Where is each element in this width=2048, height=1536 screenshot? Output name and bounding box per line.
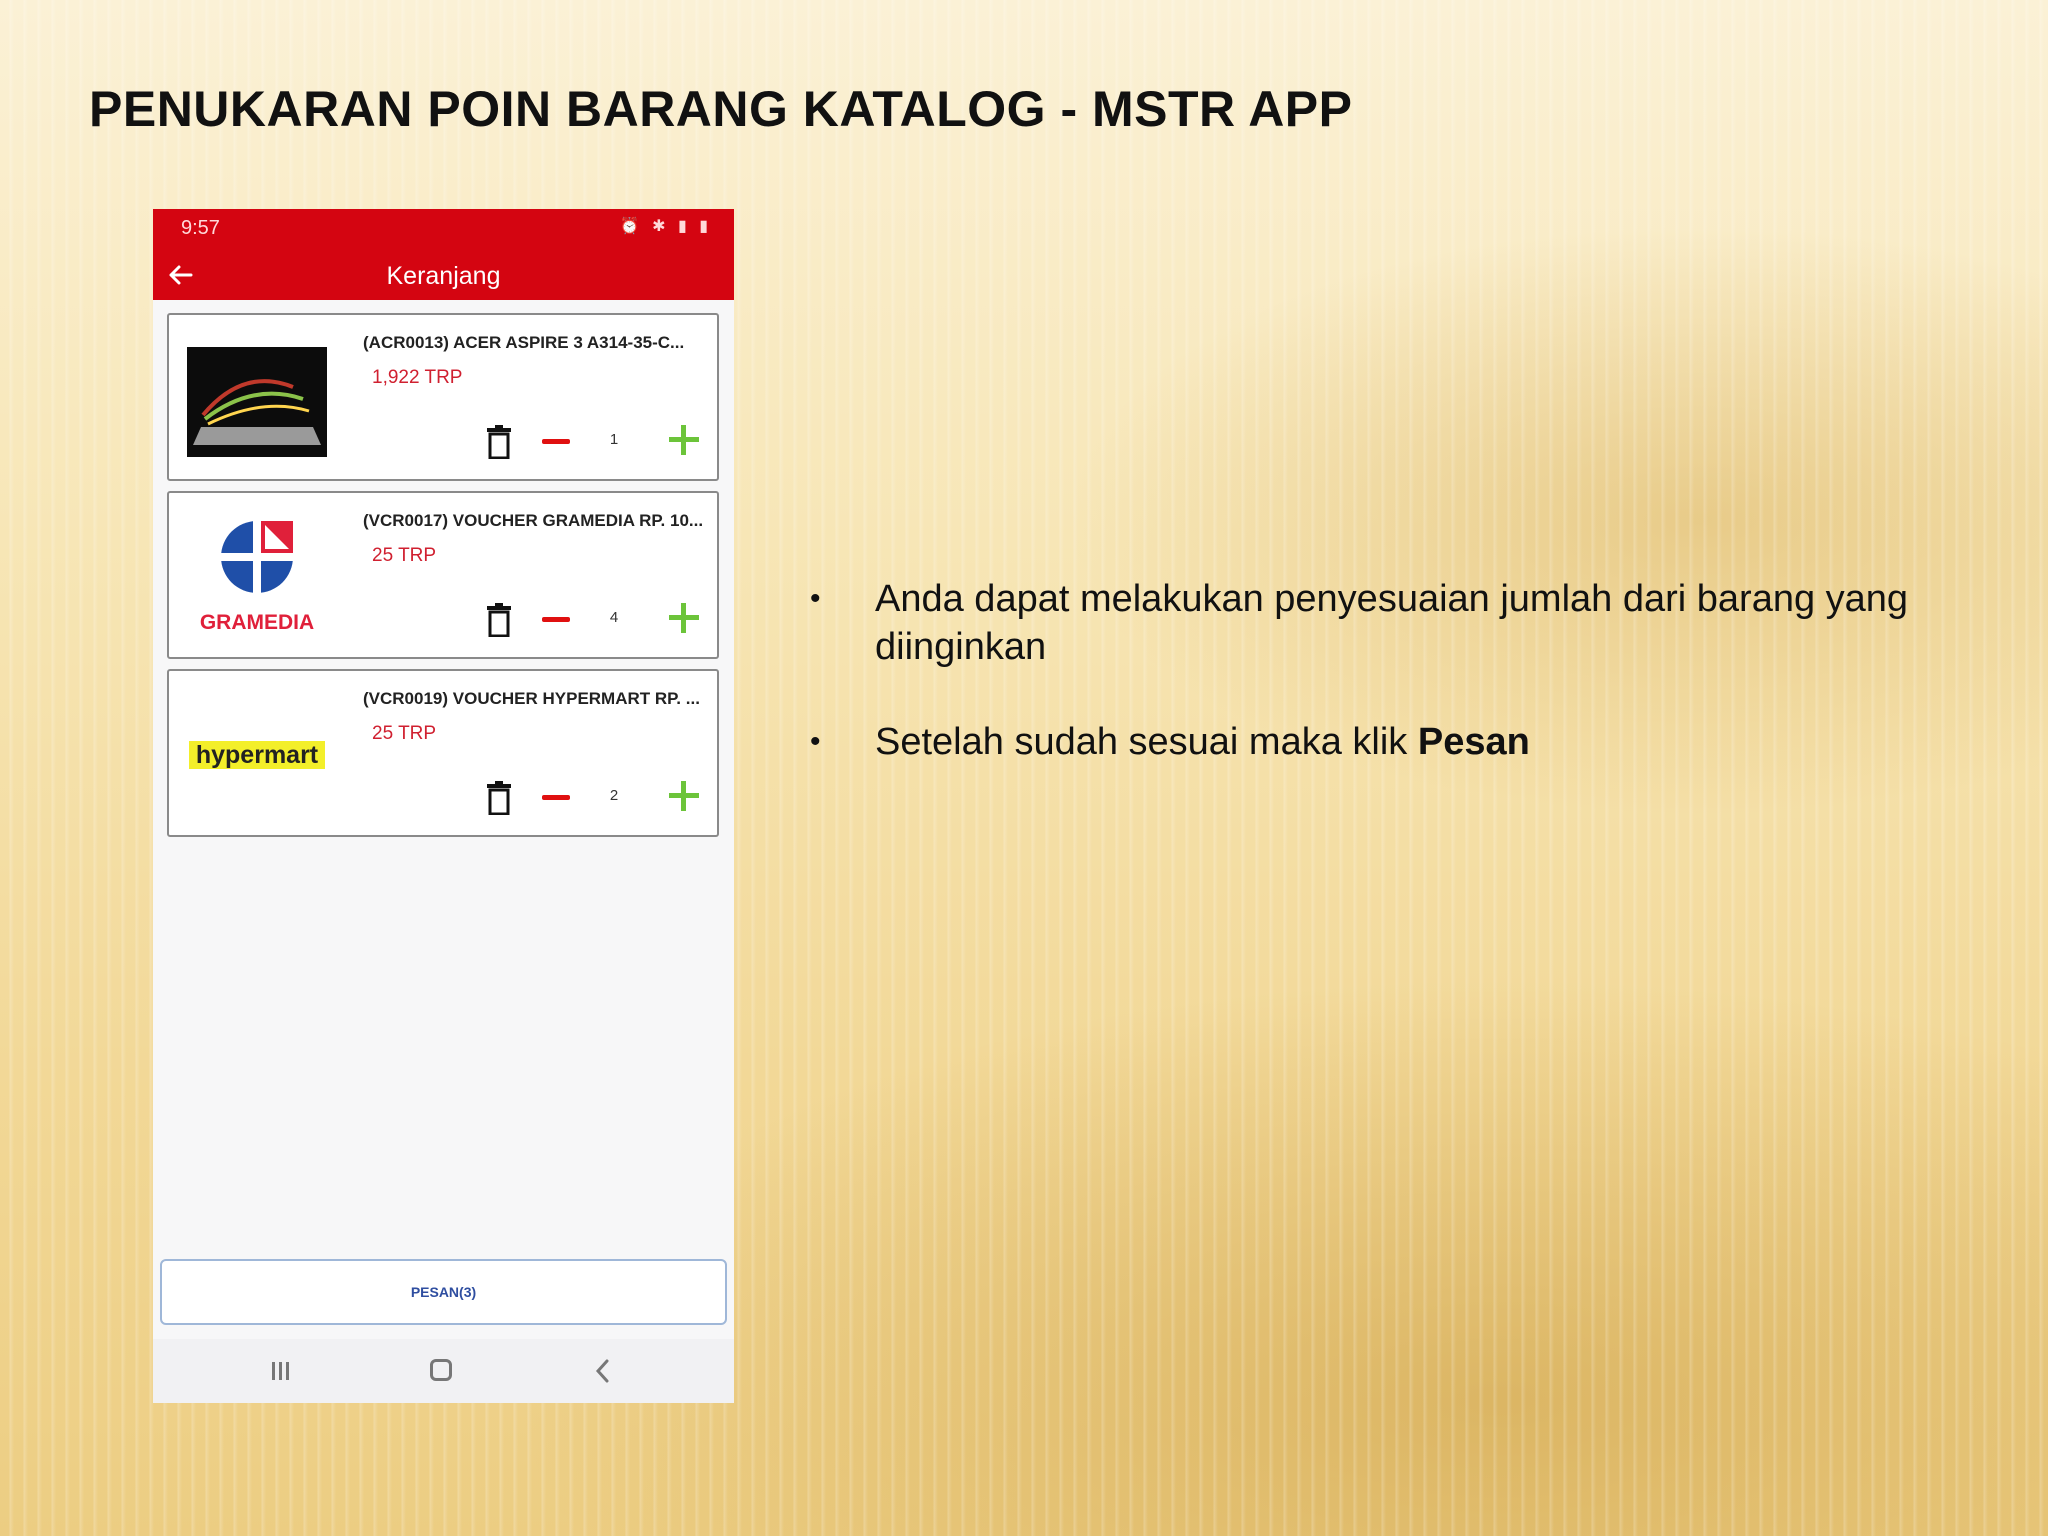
increase-qty-button[interactable]	[669, 781, 699, 811]
instruction-list: • Anda dapat melakukan penyesuaian jumla…	[810, 575, 1910, 813]
status-icons: ⏰ ✱ ▮ ▮	[619, 218, 712, 235]
order-button[interactable]: PESAN(3)	[160, 1259, 727, 1325]
cart-item: (ACR0013) ACER ASPIRE 3 A314-35-C... 1,9…	[167, 313, 719, 481]
item-price: 25 TRP	[372, 545, 437, 566]
bullet-item: • Setelah sudah sesuai maka klik Pesan	[810, 718, 1910, 766]
item-name: (VCR0019) VOUCHER HYPERMART RP. ...	[363, 689, 700, 708]
trash-icon[interactable]	[485, 425, 513, 459]
nav-back-icon[interactable]	[591, 1357, 615, 1385]
bullet-item: • Anda dapat melakukan penyesuaian jumla…	[810, 575, 1910, 671]
decrease-qty-button[interactable]	[542, 795, 570, 800]
bullet-text: Setelah sudah sesuai maka klik	[875, 721, 1418, 763]
quantity-value: 1	[609, 431, 619, 448]
item-name: (VCR0017) VOUCHER GRAMEDIA RP. 10...	[363, 511, 704, 530]
trash-icon[interactable]	[485, 781, 513, 815]
cart-item: hypermart (VCR0019) VOUCHER HYPERMART RP…	[167, 669, 719, 837]
decrease-qty-button[interactable]	[542, 439, 570, 444]
item-price: 1,922 TRP	[372, 367, 463, 388]
hypermart-logo: hypermart	[189, 741, 325, 769]
bullet-bold-text: Pesan	[1417, 721, 1530, 763]
decrease-qty-button[interactable]	[542, 617, 570, 622]
bullet-dot: •	[810, 582, 821, 615]
hypermart-logo-text: hypermart	[196, 741, 319, 769]
home-icon[interactable]	[430, 1359, 452, 1381]
quantity-value: 2	[609, 787, 619, 804]
app-bar-title: Keranjang	[386, 262, 501, 290]
quantity-value: 4	[609, 609, 619, 626]
status-bar: 9:57 ⏰ ✱ ▮ ▮	[153, 209, 734, 254]
gramedia-logo: GRAMEDIA	[200, 521, 314, 634]
bullet-dot: •	[810, 725, 821, 758]
android-nav-bar	[153, 1339, 734, 1403]
slide-title: PENUKARAN POIN BARANG KATALOG - MSTR APP	[89, 81, 1353, 137]
item-price: 25 TRP	[372, 723, 437, 744]
status-time: 9:57	[181, 217, 220, 239]
trash-icon[interactable]	[485, 603, 513, 637]
phone-screenshot: 9:57 ⏰ ✱ ▮ ▮ Keranjang (ACR0013) ACER AS…	[153, 209, 734, 1403]
recent-apps-icon[interactable]	[269, 1359, 293, 1383]
increase-qty-button[interactable]	[669, 425, 699, 455]
increase-qty-button[interactable]	[669, 603, 699, 633]
cart-item: GRAMEDIA (VCR0017) VOUCHER GRAMEDIA RP. …	[167, 491, 719, 659]
laptop-thumbnail	[187, 347, 327, 457]
item-name: (ACR0013) ACER ASPIRE 3 A314-35-C...	[363, 333, 685, 352]
gramedia-logo-text: GRAMEDIA	[200, 611, 314, 634]
bullet-text: Anda dapat melakukan penyesuaian jumlah …	[875, 578, 1909, 668]
app-bar: Keranjang	[153, 254, 734, 300]
